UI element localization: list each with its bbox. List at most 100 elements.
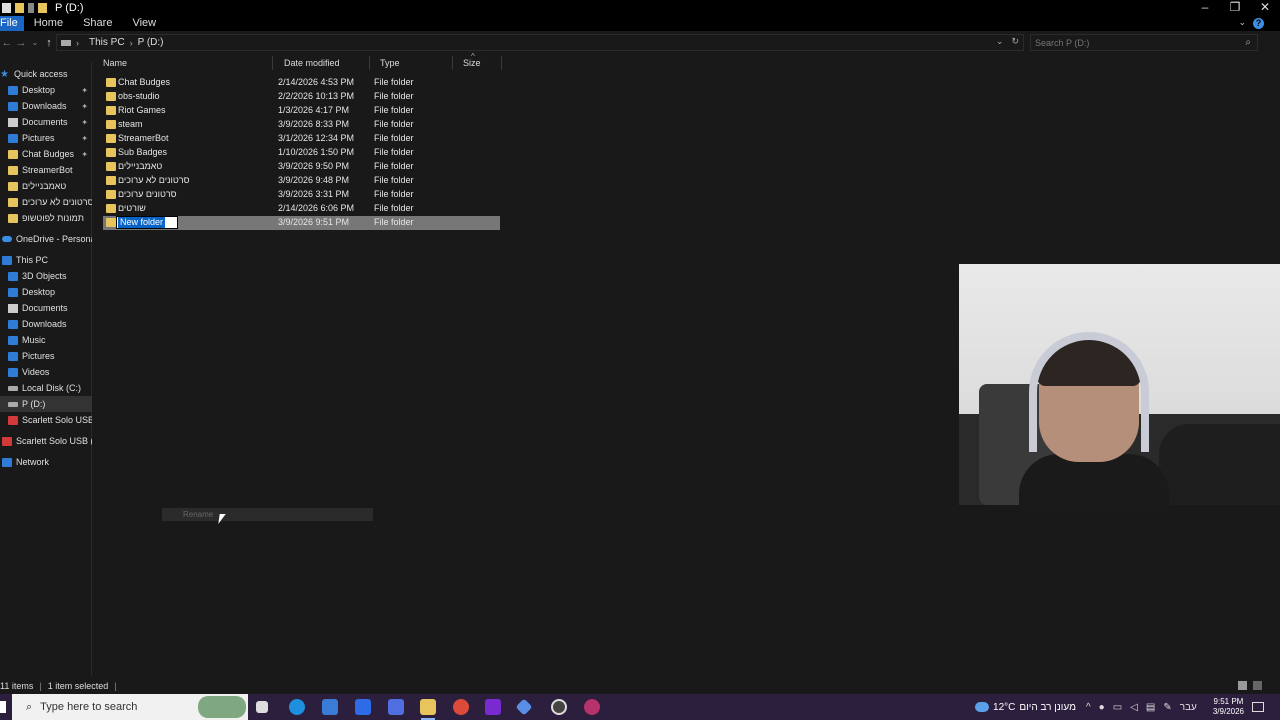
back-icon[interactable]: ← [0,37,14,49]
table-row-selected[interactable]: New folder 3/9/2026 9:51 PM File folder [103,216,500,230]
search-input[interactable] [1031,35,1231,50]
large-icons-view-icon[interactable] [1253,681,1262,690]
table-row[interactable]: סרטונים לא ערוכים 3/9/2026 9:48 PM File … [103,174,500,188]
windows-start-icon[interactable] [0,701,6,713]
expand-ribbon-icon[interactable]: ⌄ [1238,17,1246,28]
microphone-icon[interactable]: ● [1099,702,1105,713]
address-bar[interactable]: › This PC › P (D:) ⌄ ↻ [56,34,1024,51]
sidebar-item-local-disk-c[interactable]: Local Disk (C:) [0,380,92,396]
sidebar-item-pc-desktop[interactable]: Desktop [0,284,92,300]
diamond-app-icon[interactable] [515,698,533,716]
minimize-button[interactable]: – [1190,0,1220,16]
sidebar-item-3d-objects[interactable]: 3D Objects [0,268,92,284]
sidebar-item-desktop[interactable]: Desktop ✦ [0,82,92,98]
sidebar-item-photoshop-images[interactable]: תמונות לפוטשופ [0,210,92,226]
recent-locations-icon[interactable]: ⌄ [28,38,42,47]
sidebar-item-music[interactable]: Music [0,332,92,348]
table-row[interactable]: steam 3/9/2026 8:33 PM File folder [103,118,500,132]
tab-share[interactable]: Share [73,16,122,31]
sidebar-item-pc-documents[interactable]: Documents [0,300,92,316]
column-header-type[interactable]: Type [370,56,453,70]
sidebar-item-scarlett-usb-1[interactable]: Scarlett Solo USB (E [0,412,92,428]
pen-icon[interactable]: ✎ [1163,702,1171,713]
task-view-icon[interactable] [256,701,268,713]
sidebar-item-chat-budges[interactable]: Chat Budges ✦ [0,146,92,162]
refresh-icon[interactable]: ↻ [1011,36,1019,47]
tab-file[interactable]: File [0,16,24,31]
table-row[interactable]: StreamerBot 3/1/2026 12:34 PM File folde… [103,132,500,146]
details-view-icon[interactable] [1238,681,1247,690]
sidebar-item-documents[interactable]: Documents ✦ [0,114,92,130]
app-icon[interactable] [388,699,404,715]
help-icon[interactable]: ? [1253,18,1264,29]
mouse-cursor-icon [218,514,226,524]
sidebar-item-onedrive[interactable]: OneDrive - Personal [0,231,92,247]
sidebar-item-pc-downloads[interactable]: Downloads [0,316,92,332]
quick-access-toolbar [0,3,47,13]
sidebar-item-this-pc[interactable]: This PC [0,252,92,268]
customize-toolbar-icon[interactable] [28,3,34,13]
sidebar-item-network[interactable]: Network [0,454,92,470]
table-row[interactable]: טאמבניילים 3/9/2026 9:50 PM File folder [103,160,500,174]
folder-icon [106,92,116,101]
display-icon[interactable]: ▭ [1113,702,1122,713]
computer-icon [2,255,12,265]
taskbar: ⌕ Type here to search 12°C מעונן רב היום… [0,694,1280,720]
chrome-profile-icon[interactable] [584,699,600,715]
sidebar-item-p-drive[interactable]: P (D:) [0,396,92,412]
breadcrumb-this-pc[interactable]: This PC [89,37,125,48]
weather-widget[interactable]: 12°C מעונן רב היום [975,702,1076,713]
table-row[interactable]: Chat Budges 2/14/2026 4:53 PM File folde… [103,76,500,90]
new-folder-icon[interactable] [15,3,24,13]
next-app-icon[interactable] [485,699,501,715]
address-dropdown-icon[interactable]: ⌄ [996,36,1004,47]
up-icon[interactable]: ↑ [42,37,56,49]
column-header-size[interactable]: Size [453,56,502,70]
file-explorer-icon[interactable] [420,699,436,715]
chevron-up-icon[interactable]: ^ [1086,702,1091,713]
star-icon: ★ [0,68,9,80]
column-header-name[interactable]: Name [93,56,273,70]
properties-icon[interactable] [2,3,11,13]
pin-icon: ✦ [81,85,88,95]
sidebar-item-videos[interactable]: Videos [0,364,92,380]
network-icon[interactable]: ▤ [1146,702,1155,713]
forward-icon[interactable]: → [14,37,28,49]
language-indicator[interactable]: עבר [1180,702,1197,713]
title-bar: P (D:) – ❐ ✕ [0,0,1280,16]
search-box[interactable]: ⌕ [1030,34,1258,51]
clock[interactable]: 9:51 PM 3/9/2026 [1213,697,1244,717]
sidebar-item-thumbnails[interactable]: טאמבניילים [0,178,92,194]
chrome-icon[interactable] [453,699,469,715]
breadcrumb-p-drive[interactable]: P (D:) [138,37,164,48]
tab-view[interactable]: View [122,16,166,31]
sidebar-item-unedited-videos[interactable]: סרטונים לא ערוכים [0,194,92,210]
table-row[interactable]: סרטונים ערוכים 3/9/2026 3:31 PM File fol… [103,188,500,202]
status-bar: 11 items | 1 item selected | [0,679,1280,692]
window-title: P (D:) [55,2,84,14]
sidebar-item-streamerbot[interactable]: StreamerBot [0,162,92,178]
sidebar-item-quick-access[interactable]: ★ Quick access [0,66,92,82]
sidebar-item-downloads[interactable]: Downloads ✦ [0,98,92,114]
obs-icon[interactable] [551,699,567,715]
taskbar-search[interactable]: ⌕ Type here to search [12,694,248,720]
store-icon[interactable] [322,699,338,715]
desktop-icon [8,287,18,297]
table-row[interactable]: שורטים 2/14/2026 6:06 PM File folder [103,202,500,216]
system-tray: 12°C מעונן רב היום ^ ● ▭ ◁ ▤ ✎ עבר 9:51 … [975,694,1280,720]
table-row[interactable]: Sub Badges 1/10/2026 1:50 PM File folder [103,146,500,160]
sidebar-item-pictures[interactable]: Pictures ✦ [0,130,92,146]
table-row[interactable]: obs-studio 2/2/2026 10:13 PM File folder [103,90,500,104]
sidebar-item-scarlett-usb-2[interactable]: Scarlett Solo USB (E:) [0,433,92,449]
edge-icon[interactable] [289,699,305,715]
maximize-button[interactable]: ❐ [1220,0,1250,16]
table-row[interactable]: Riot Games 1/3/2026 4:17 PM File folder [103,104,500,118]
tab-home[interactable]: Home [24,16,73,31]
copilot-icon[interactable] [355,699,371,715]
rename-input[interactable]: New folder [116,216,178,229]
notification-icon[interactable] [1252,702,1264,712]
sidebar-item-pc-pictures[interactable]: Pictures [0,348,92,364]
column-header-date[interactable]: Date modified [274,56,370,70]
speaker-icon[interactable]: ◁ [1130,702,1138,713]
close-button[interactable]: ✕ [1250,0,1280,16]
